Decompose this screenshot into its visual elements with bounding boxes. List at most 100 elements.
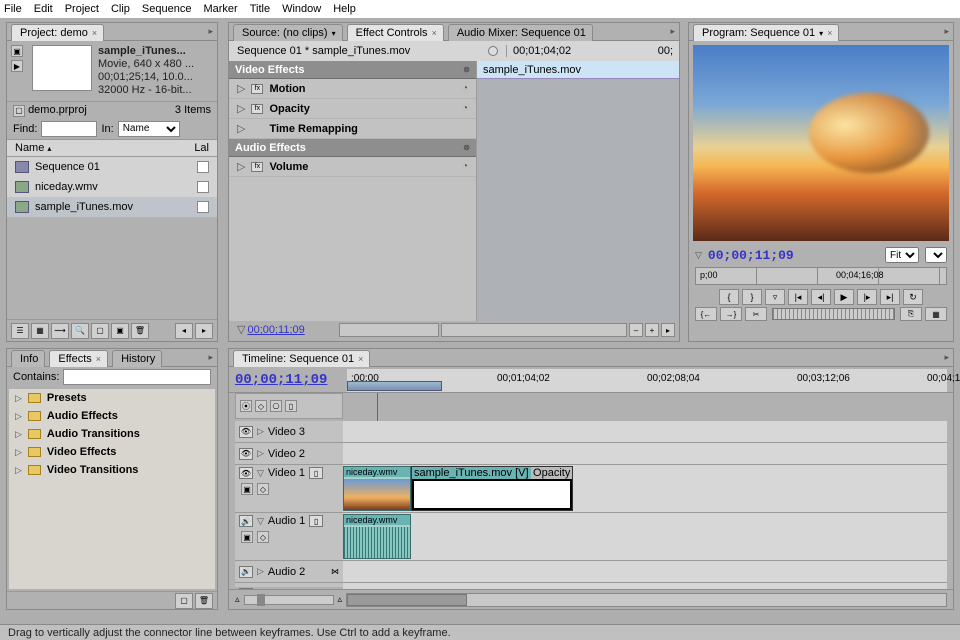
close-icon[interactable]: × xyxy=(358,354,363,364)
program-timecode[interactable]: 00;00;11;09 xyxy=(708,248,794,263)
marker-button[interactable]: ◇ xyxy=(255,400,267,412)
track-head-video1[interactable]: 👁▽Video 1▯ ▣◇ xyxy=(235,465,343,513)
menu-project[interactable]: Project xyxy=(65,3,99,15)
menu-sequence[interactable]: Sequence xyxy=(142,3,192,15)
track-area[interactable]: niceday.wmv sample_iTunes.mov [V] Opacit… xyxy=(343,421,947,587)
lock-icon[interactable]: ▯ xyxy=(309,515,323,527)
loop-button[interactable]: ↻ xyxy=(903,289,923,305)
work-area-bar[interactable] xyxy=(347,381,442,391)
keyframe-button[interactable]: ◇ xyxy=(257,483,269,495)
lock-icon[interactable]: ▯ xyxy=(309,467,323,479)
lift-button[interactable]: {← xyxy=(695,307,717,321)
snap-button[interactable]: ⦿ xyxy=(240,400,252,412)
menu-marker[interactable]: Marker xyxy=(203,3,237,15)
menu-file[interactable]: File xyxy=(4,3,22,15)
mark-in-button[interactable]: { xyxy=(719,289,739,305)
effect-row-motion[interactable]: ▷fxMotion◔ xyxy=(229,79,476,99)
menu-clip[interactable]: Clip xyxy=(111,3,130,15)
extract-button[interactable]: →} xyxy=(720,307,742,321)
effects-folder-audio-fx[interactable]: ▷Audio Effects xyxy=(9,407,215,425)
clip-niceday-v[interactable]: niceday.wmv xyxy=(343,466,411,511)
stopwatch-icon[interactable]: ◔ xyxy=(462,103,468,114)
effect-row-volume[interactable]: ▷fxVolume◔ xyxy=(229,157,476,177)
sort-asc-icon[interactable]: ▴ xyxy=(47,144,51,153)
speaker-icon[interactable]: 🔊 xyxy=(239,515,253,527)
stopwatch-icon[interactable]: ◔ xyxy=(462,161,468,172)
zoom-slider[interactable] xyxy=(244,595,334,605)
list-view-button[interactable]: ☰ xyxy=(11,323,29,339)
zoom-out-icon[interactable]: – xyxy=(629,323,643,337)
zoom-in-icon[interactable]: + xyxy=(645,323,659,337)
effect-mini-timeline[interactable]: –+▸ xyxy=(339,323,675,337)
jog-wheel[interactable] xyxy=(772,308,895,320)
menu-title[interactable]: Title xyxy=(250,3,270,15)
zoom-select[interactable]: Fit xyxy=(885,247,919,263)
panel-menu-icon[interactable]: ▸ xyxy=(944,26,949,37)
panel-menu-icon[interactable]: ▸ xyxy=(208,26,213,37)
trim-button[interactable]: ✂ xyxy=(745,307,767,321)
find-button[interactable]: 🔍 xyxy=(71,323,89,339)
go-to-out-button[interactable]: ▸| xyxy=(880,289,900,305)
track-head-audio1[interactable]: 🔊▽Audio 1▯ ▣◇ xyxy=(235,513,343,561)
program-scrub-bar[interactable]: p;00 00;04;16;08 xyxy=(695,267,947,285)
menu-help[interactable]: Help xyxy=(333,3,356,15)
bin-icon[interactable]: ▢ xyxy=(13,105,25,117)
delete-button[interactable]: 🗑 xyxy=(195,593,213,609)
panel-menu-icon[interactable]: ▸ xyxy=(944,352,949,363)
asset-item-video[interactable]: niceday.wmv xyxy=(7,177,217,197)
col-name[interactable]: Name xyxy=(15,142,44,154)
go-to-in-button[interactable]: |◂ xyxy=(788,289,808,305)
collapse-icon[interactable]: ▸ xyxy=(661,323,675,337)
poster-frame-button[interactable]: ▣ xyxy=(11,45,23,57)
stopwatch-icon[interactable]: ◔ xyxy=(462,83,468,94)
history-tab[interactable]: History xyxy=(112,350,162,367)
mark-out-button[interactable]: } xyxy=(742,289,762,305)
find-input[interactable] xyxy=(41,121,97,137)
play-button[interactable]: ▶ xyxy=(834,289,854,305)
automate-button[interactable]: ⟿ xyxy=(51,323,69,339)
find-in-select[interactable]: Name xyxy=(118,121,180,137)
delete-button[interactable]: 🗑 xyxy=(131,323,149,339)
effects-folder-presets[interactable]: ▷Presets xyxy=(9,389,215,407)
effects-folder-audio-trans[interactable]: ▷Audio Transitions xyxy=(9,425,215,443)
panel-menu-icon[interactable]: ▸ xyxy=(670,26,675,37)
track-options-button[interactable]: ▣ xyxy=(241,531,253,543)
close-icon[interactable]: × xyxy=(827,28,832,38)
timeline-h-scrollbar[interactable] xyxy=(346,593,947,607)
menu-window[interactable]: Window xyxy=(282,3,321,15)
tool-button[interactable]: ▯ xyxy=(285,400,297,412)
export-frame-button[interactable]: ⎘ xyxy=(900,307,922,321)
col-label[interactable]: Lal xyxy=(194,142,209,154)
track-head-video2[interactable]: 👁▷Video 2 xyxy=(235,443,343,465)
tool-button[interactable]: ⎔ xyxy=(270,400,282,412)
zoom-in-icon[interactable]: ▵ xyxy=(338,594,343,605)
safe-margins-button[interactable]: ▦ xyxy=(925,307,947,321)
resolution-select[interactable] xyxy=(925,247,947,263)
program-tab[interactable]: Program: Sequence 01 ▾ × xyxy=(693,24,839,41)
step-back-button[interactable]: ◂| xyxy=(811,289,831,305)
close-icon[interactable]: × xyxy=(92,28,97,38)
effect-row-opacity[interactable]: ▷fxOpacity◔ xyxy=(229,99,476,119)
info-tab[interactable]: Info xyxy=(11,350,45,367)
program-viewport[interactable] xyxy=(693,45,949,241)
eye-icon[interactable]: 👁 xyxy=(239,426,253,438)
asset-item-video[interactable]: sample_iTunes.mov xyxy=(7,197,217,217)
track-options-button[interactable]: ▣ xyxy=(241,483,253,495)
audio-mixer-tab[interactable]: Audio Mixer: Sequence 01 xyxy=(448,24,593,41)
new-bin-button[interactable]: ▢ xyxy=(175,593,193,609)
effects-folder-video-fx[interactable]: ▷Video Effects xyxy=(9,443,215,461)
zoom-out-icon[interactable]: ▵ xyxy=(235,594,240,605)
keyframe-button[interactable]: ◇ xyxy=(257,531,269,543)
effects-search-input[interactable] xyxy=(63,369,211,385)
new-item-button[interactable]: ▣ xyxy=(111,323,129,339)
project-tab[interactable]: Project: demo× xyxy=(11,24,104,41)
marker-icon[interactable]: ▽ xyxy=(695,250,702,261)
set-marker-button[interactable]: ▿ xyxy=(765,289,785,305)
track-head-video3[interactable]: 👁▷Video 3 xyxy=(235,421,343,443)
play-preview-button[interactable]: ▶ xyxy=(11,60,23,72)
timeline-timecode[interactable]: 00;00;11;09 xyxy=(235,372,327,388)
effect-controls-tab[interactable]: Effect Controls× xyxy=(347,24,444,41)
close-icon[interactable]: × xyxy=(432,28,437,38)
new-bin-button[interactable]: ▢ xyxy=(91,323,109,339)
asset-item-sequence[interactable]: Sequence 01 xyxy=(7,157,217,177)
